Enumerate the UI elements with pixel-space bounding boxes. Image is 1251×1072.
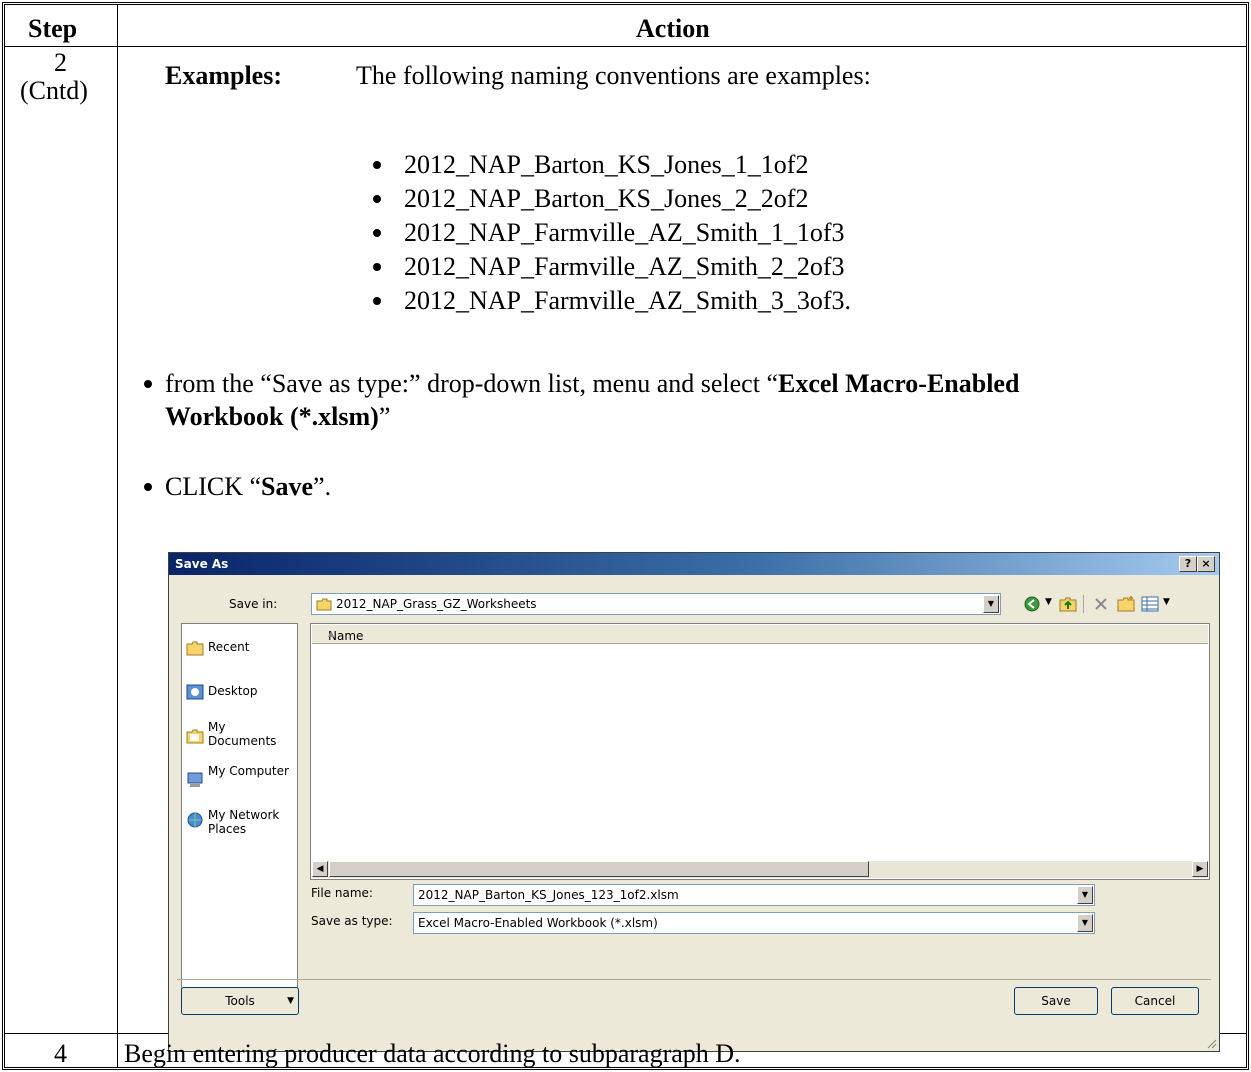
scroll-left-button[interactable]: ◀ — [312, 861, 328, 877]
close-button[interactable]: × — [1197, 556, 1215, 572]
examples-label: Examples: — [165, 61, 282, 90]
new-folder-icon[interactable] — [1117, 595, 1135, 613]
instruction-text: ” — [378, 402, 391, 431]
name-column-header[interactable]: Name ▲ — [312, 625, 1208, 644]
examples-intro: The following naming conventions are exa… — [356, 61, 871, 90]
instruction-emphasis: Excel Macro-Enabled — [777, 369, 1020, 398]
place-label: Desktop — [208, 684, 258, 698]
instruction-save-type: from the “Save as type:” drop-down list,… — [165, 369, 1019, 399]
bullet-icon — [144, 380, 152, 388]
bullet-icon — [373, 263, 381, 271]
save-button[interactable]: Save — [1014, 987, 1098, 1015]
place-label: My Computer — [208, 764, 289, 778]
views-icon[interactable] — [1141, 596, 1159, 612]
save-in-value: 2012_NAP_Grass_GZ_Worksheets — [336, 597, 537, 611]
sort-up-icon: ▲ — [328, 629, 335, 638]
dialog-title-bar: Save As ? × — [169, 553, 1219, 575]
list-item: 2012_NAP_Farmville_AZ_Smith_2_2of3 — [404, 252, 845, 281]
instruction-emphasis: Save — [261, 472, 314, 501]
instruction-click-save: CLICK “Save”. — [165, 472, 331, 502]
help-button[interactable]: ? — [1179, 556, 1197, 572]
list-item: 2012_NAP_Barton_KS_Jones_1_1of2 — [404, 150, 809, 179]
instruction-text: ”. — [313, 472, 332, 501]
chevron-down-icon[interactable]: ▼ — [1163, 597, 1170, 607]
up-folder-icon[interactable] — [1059, 595, 1077, 613]
place-label: My Network Places — [208, 808, 280, 836]
desktop-icon — [186, 684, 204, 700]
toolbar-separator — [1083, 595, 1084, 613]
save-in-dropdown[interactable]: 2012_NAP_Grass_GZ_Worksheets ▼ — [311, 593, 1001, 615]
list-item: 2012_NAP_Farmville_AZ_Smith_3_3of3. — [404, 286, 852, 315]
scroll-thumb[interactable] — [329, 861, 869, 877]
file-name-field[interactable]: 2012_NAP_Barton_KS_Jones_123_1of2.xlsm ▼ — [413, 884, 1095, 906]
instruction-emphasis: Workbook (*.xlsm) — [165, 402, 379, 431]
dialog-separator — [177, 979, 1211, 980]
chevron-down-icon[interactable]: ▼ — [983, 595, 999, 613]
instruction-text: from the “Save as type:” drop-down list,… — [165, 369, 778, 398]
bullet-icon — [373, 229, 381, 237]
tools-label: Tools — [225, 994, 255, 1008]
tools-button[interactable]: Tools ▼ — [181, 987, 299, 1015]
scroll-right-button[interactable]: ▶ — [1192, 861, 1208, 877]
computer-icon — [187, 772, 203, 787]
step-header: Step — [28, 14, 78, 43]
list-item: 2012_NAP_Barton_KS_Jones_2_2of2 — [404, 184, 809, 213]
save-as-type-dropdown[interactable]: Excel Macro-Enabled Workbook (*.xlsm) ▼ — [413, 912, 1095, 934]
save-in-label: Save in: — [229, 597, 278, 611]
step-number: 4 — [54, 1039, 67, 1068]
save-as-type-value: Excel Macro-Enabled Workbook (*.xlsm) — [418, 916, 658, 930]
instruction-save-type-cont: Workbook (*.xlsm)” — [165, 402, 390, 432]
dialog-title: Save As — [175, 557, 229, 571]
file-name-value: 2012_NAP_Barton_KS_Jones_123_1of2.xlsm — [418, 888, 679, 902]
cancel-button[interactable]: Cancel — [1111, 987, 1199, 1015]
bullet-icon — [373, 195, 381, 203]
save-as-type-label: Save as type: — [311, 914, 393, 928]
action-header: Action — [636, 14, 710, 43]
documents-folder-icon — [186, 729, 204, 744]
file-list[interactable]: Name ▲ ◀ ▶ — [310, 623, 1210, 880]
step-action: Begin entering producer data according t… — [124, 1039, 741, 1068]
network-icon — [187, 812, 203, 828]
header-divider — [5, 46, 1246, 47]
horizontal-scrollbar[interactable]: ◀ ▶ — [312, 861, 1208, 878]
instruction-text: CLICK “ — [165, 472, 262, 501]
bullet-icon — [373, 297, 381, 305]
chevron-down-icon[interactable]: ▼ — [1045, 597, 1052, 607]
file-name-label: File name: — [311, 886, 373, 900]
list-item: 2012_NAP_Farmville_AZ_Smith_1_1of3 — [404, 218, 845, 247]
bullet-icon — [144, 483, 152, 491]
save-as-dialog: Save As ? × Save in: 2012_NAP_Grass_GZ_W… — [168, 552, 1220, 1052]
back-icon[interactable] — [1023, 595, 1041, 613]
chevron-down-icon: ▼ — [287, 996, 294, 1006]
resize-grip-icon[interactable] — [1205, 1037, 1217, 1049]
places-bar: Recent Desktop My Documents My Computer … — [181, 623, 298, 1013]
chevron-down-icon[interactable]: ▼ — [1077, 914, 1093, 932]
folder-icon — [316, 598, 332, 611]
step-continued-note: (Cntd) — [20, 76, 88, 105]
column-divider — [117, 4, 118, 1068]
step-number: 2 — [54, 48, 67, 77]
place-label: My Documents — [208, 720, 277, 748]
folder-icon — [186, 641, 204, 656]
chevron-down-icon[interactable]: ▼ — [1077, 886, 1093, 904]
bullet-icon — [373, 161, 381, 169]
delete-icon[interactable] — [1093, 596, 1109, 612]
place-label: Recent — [208, 640, 250, 654]
